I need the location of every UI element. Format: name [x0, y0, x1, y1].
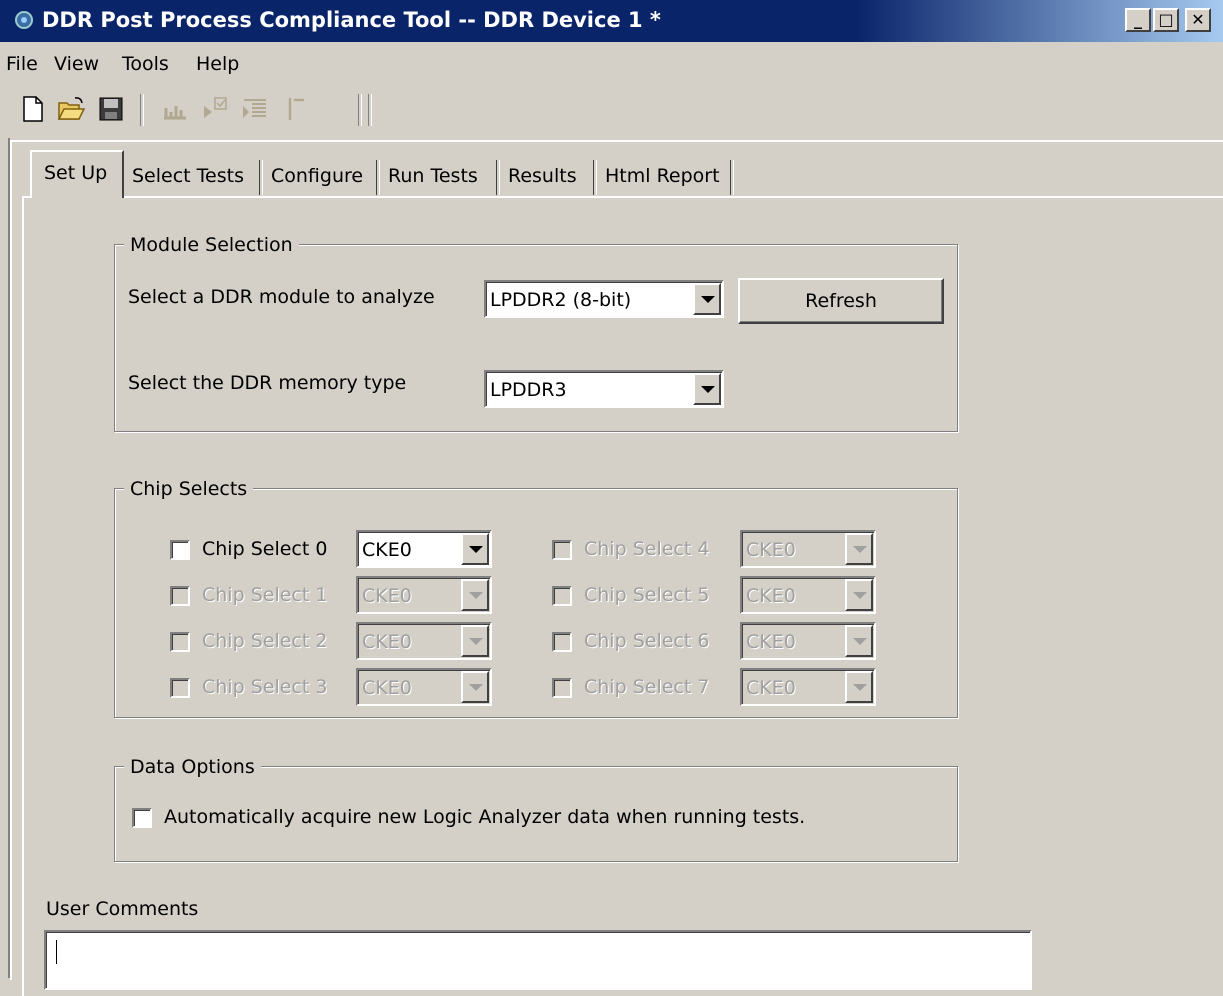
chevron-down-icon — [461, 625, 489, 657]
auto-acquire-checkbox[interactable] — [132, 808, 152, 828]
memory-type-select[interactable]: LPDDR3 — [484, 370, 724, 408]
chip-select-3-combo: CKE0 — [356, 668, 492, 706]
toolbar — [0, 84, 1223, 134]
app-icon — [15, 11, 33, 29]
chip-select-7-value: CKE0 — [746, 677, 796, 699]
toolbar-separator — [358, 94, 362, 126]
auto-acquire-label: Automatically acquire new Logic Analyzer… — [164, 806, 806, 828]
chevron-down-icon — [461, 579, 489, 611]
close-button[interactable]: ✕ — [1185, 8, 1211, 32]
tab-label: Run Tests — [388, 165, 478, 187]
text-caret — [56, 940, 57, 964]
chip-select-6-combo: CKE0 — [740, 622, 876, 660]
chip-select-4-value: CKE0 — [746, 539, 796, 561]
chip-select-7-label: Chip Select 7 — [584, 676, 710, 698]
chip-select-4-label: Chip Select 4 — [584, 538, 710, 560]
chevron-down-icon — [845, 533, 873, 565]
memory-type-label: Select the DDR memory type — [128, 372, 407, 394]
save-icon[interactable] — [96, 94, 126, 124]
chip-select-2-checkbox — [170, 632, 190, 652]
menu-file[interactable]: File — [6, 53, 38, 75]
memory-type-select-value: LPDDR3 — [490, 379, 567, 401]
data-options-legend: Data Options — [124, 756, 261, 778]
tab-label: Results — [508, 165, 577, 187]
list-filter-icon[interactable] — [240, 94, 270, 124]
chip-select-0-label: Chip Select 0 — [202, 538, 328, 560]
chip-select-6-label: Chip Select 6 — [584, 630, 710, 652]
chip-select-6-value: CKE0 — [746, 631, 796, 653]
minimize-button[interactable]: _ — [1125, 8, 1151, 32]
user-comments-label: User Comments — [46, 898, 199, 920]
chip-select-1-checkbox — [170, 586, 190, 606]
window-title: DDR Post Process Compliance Tool -- DDR … — [42, 8, 661, 32]
chip-select-2-label: Chip Select 2 — [202, 630, 328, 652]
chip-select-0-checkbox[interactable] — [170, 540, 190, 560]
chart-icon[interactable] — [160, 94, 190, 124]
menu-bar: File View Tools Help — [0, 42, 1223, 84]
chevron-down-icon[interactable] — [461, 533, 489, 565]
chip-select-1-value: CKE0 — [362, 585, 412, 607]
marker-icon[interactable] — [282, 94, 312, 124]
chip-select-0-value: CKE0 — [362, 539, 412, 561]
menu-help[interactable]: Help — [196, 53, 239, 75]
chip-select-2-combo: CKE0 — [356, 622, 492, 660]
toolbar-separator — [140, 94, 144, 126]
chip-select-6-checkbox — [552, 632, 572, 652]
refresh-button[interactable]: Refresh — [738, 278, 944, 324]
chip-select-5-value: CKE0 — [746, 585, 796, 607]
open-folder-icon[interactable] — [56, 94, 86, 124]
maximize-button[interactable]: □ — [1153, 8, 1179, 32]
chevron-down-icon — [461, 671, 489, 703]
chip-select-0-combo[interactable]: CKE0 — [356, 530, 492, 568]
chip-select-5-checkbox — [552, 586, 572, 606]
module-label: Select a DDR module to analyze — [128, 286, 435, 308]
module-select[interactable]: LPDDR2 (8-bit) — [484, 280, 724, 318]
menu-view[interactable]: View — [54, 53, 99, 75]
toolbar-separator — [368, 94, 372, 126]
chip-select-1-label: Chip Select 1 — [202, 584, 328, 606]
module-select-value: LPDDR2 (8-bit) — [490, 289, 632, 311]
tab-set-up[interactable]: Set Up — [30, 150, 124, 198]
tab-divider — [376, 160, 380, 195]
chip-select-4-checkbox — [552, 540, 572, 560]
chevron-down-icon[interactable] — [693, 283, 721, 315]
tab-label: Html Report — [605, 165, 720, 187]
chip-select-1-combo: CKE0 — [356, 576, 492, 614]
tab-divider — [730, 160, 734, 195]
tab-label: Set Up — [44, 162, 108, 184]
chevron-down-icon — [845, 671, 873, 703]
tab-label: Configure — [271, 165, 364, 187]
chevron-down-icon — [845, 579, 873, 611]
chevron-down-icon — [845, 625, 873, 657]
chip-select-3-value: CKE0 — [362, 677, 412, 699]
chip-select-7-checkbox — [552, 678, 572, 698]
chip-select-5-label: Chip Select 5 — [584, 584, 710, 606]
chip-select-7-combo: CKE0 — [740, 668, 876, 706]
title-bar[interactable]: DDR Post Process Compliance Tool -- DDR … — [0, 0, 1223, 42]
chip-select-5-combo: CKE0 — [740, 576, 876, 614]
chip-selects-legend: Chip Selects — [124, 478, 254, 500]
user-comments-textarea[interactable] — [44, 930, 1032, 990]
chip-select-4-combo: CKE0 — [740, 530, 876, 568]
new-file-icon[interactable] — [18, 94, 48, 124]
menu-tools[interactable]: Tools — [122, 53, 169, 75]
chip-select-3-checkbox — [170, 678, 190, 698]
module-selection-legend: Module Selection — [124, 234, 299, 256]
chip-select-2-value: CKE0 — [362, 631, 412, 653]
tab-label: Select Tests — [132, 165, 244, 187]
tab-divider — [259, 160, 263, 195]
tab-divider — [593, 160, 597, 195]
run-check-icon[interactable] — [200, 94, 230, 124]
chip-select-3-label: Chip Select 3 — [202, 676, 328, 698]
chevron-down-icon[interactable] — [693, 373, 721, 405]
tab-divider — [496, 160, 500, 195]
